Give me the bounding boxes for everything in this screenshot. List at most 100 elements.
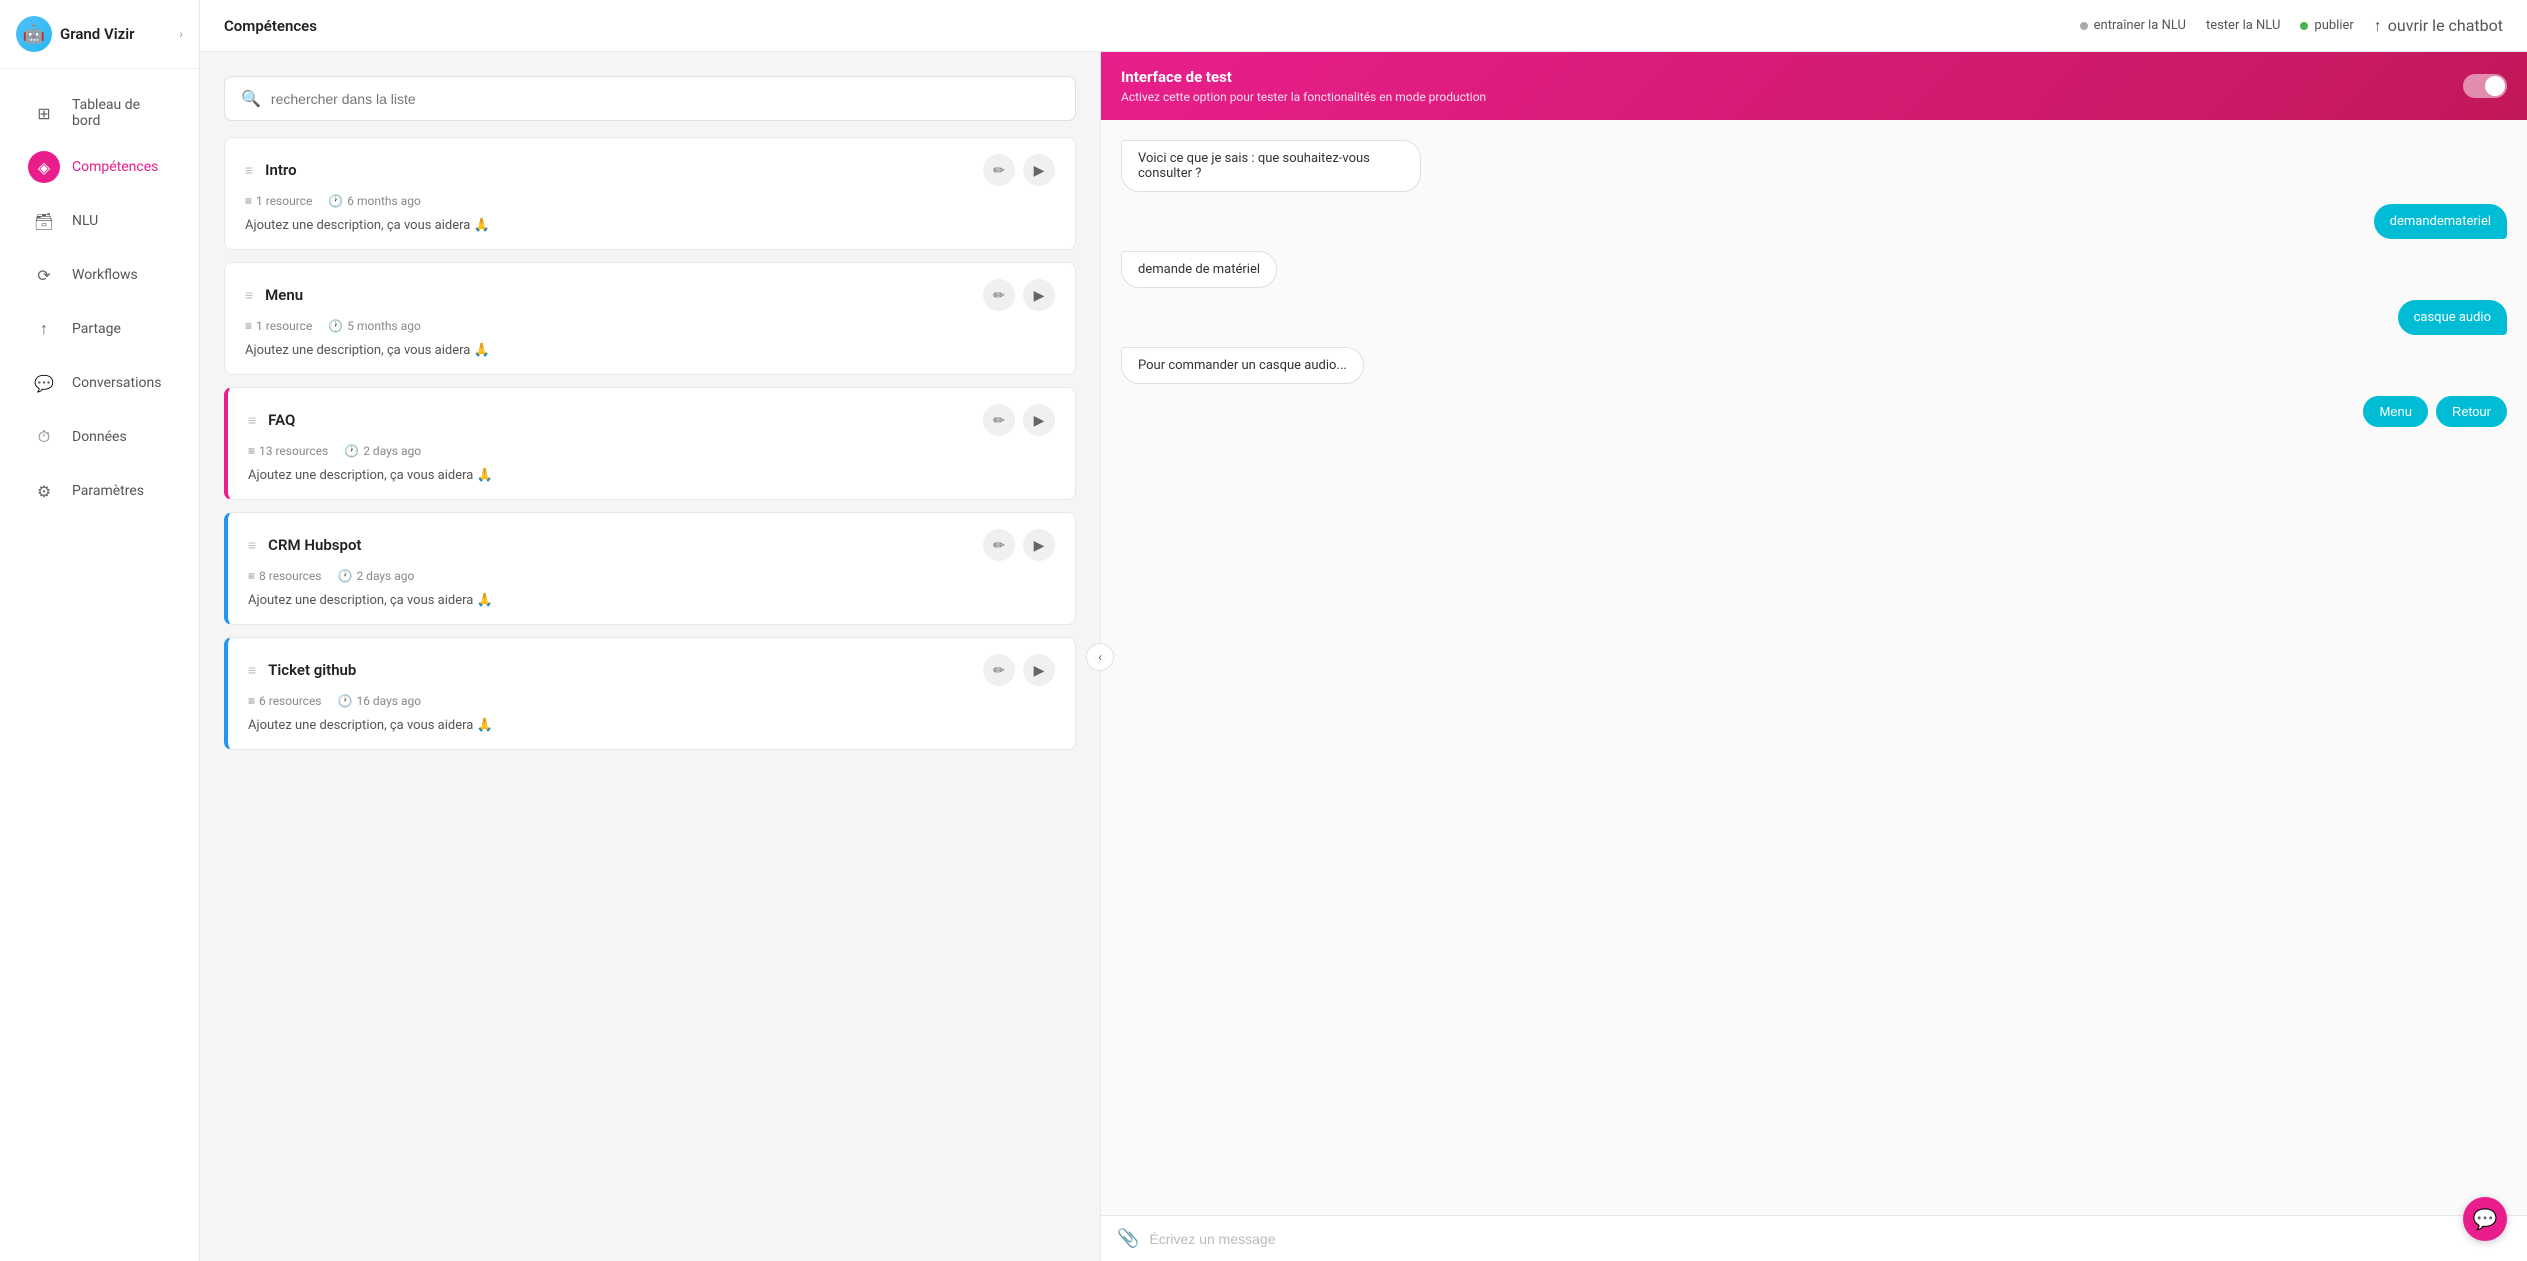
skill-header-ticket: ≡ Ticket github ✏ ▶: [248, 654, 1055, 686]
skill-resources-crm: ≡ 8 resources: [248, 569, 322, 583]
sidebar-label-nlu: NLU: [72, 213, 98, 229]
sidebar-label-partage: Partage: [72, 321, 121, 337]
skill-left-ticket: ≡ Ticket github: [248, 661, 356, 679]
chat-input-area: 📎: [1101, 1215, 2527, 1261]
app-logo: 🤖: [16, 16, 52, 52]
chat-message-5: Pour commander un casque audio...: [1121, 347, 1364, 384]
chat-banner-title: Interface de test: [1121, 68, 1486, 86]
publish-action[interactable]: publier: [2300, 18, 2353, 33]
upload-icon: ↑: [2374, 16, 2382, 36]
skill-time-faq: 🕐 2 days ago: [344, 444, 421, 458]
skill-meta-faq: ≡ 13 resources 🕐 2 days ago: [248, 444, 1055, 458]
open-chatbot-action[interactable]: ↑ ouvrir le chatbot: [2374, 16, 2503, 36]
skill-meta-intro: ≡ 1 resource 🕐 6 months ago: [245, 194, 1055, 208]
test-nlu-action[interactable]: tester la NLU: [2206, 18, 2280, 33]
skill-card-crm: ≡ CRM Hubspot ✏ ▶ ≡ 8 resources 🕐: [224, 512, 1076, 625]
competences-icon: ◈: [28, 151, 60, 183]
clock-icon-menu: 🕐: [328, 319, 343, 333]
skill-actions-ticket: ✏ ▶: [983, 654, 1055, 686]
clock-icon-ticket: 🕐: [338, 694, 353, 708]
skill-actions-intro: ✏ ▶: [983, 154, 1055, 186]
skill-card-intro: ≡ Intro ✏ ▶ ≡ 1 resource 🕐 6 mo: [224, 137, 1076, 250]
chat-input[interactable]: [1149, 1231, 2511, 1247]
clock-icon-intro: 🕐: [328, 194, 343, 208]
play-button-ticket[interactable]: ▶: [1023, 654, 1055, 686]
skill-meta-ticket: ≡ 6 resources 🕐 16 days ago: [248, 694, 1055, 708]
chat-message-3: demande de matériel: [1121, 251, 1277, 288]
skill-header-crm: ≡ CRM Hubspot ✏ ▶: [248, 529, 1055, 561]
skill-left-crm: ≡ CRM Hubspot: [248, 536, 361, 554]
workflows-icon: ⟳: [28, 259, 60, 291]
skill-actions-menu: ✏ ▶: [983, 279, 1055, 311]
collapse-panel-button[interactable]: ‹: [1086, 643, 1114, 671]
sidebar-nav: ⊞ Tableau de bord ◈ Compétences 🗃 NLU ⟳ …: [0, 69, 199, 1261]
app-chevron: ›: [179, 27, 183, 41]
user-bubble-1: demandemateriel: [2374, 204, 2507, 239]
skill-card-faq: ≡ FAQ ✏ ▶ ≡ 13 resources 🕐 2 da: [224, 387, 1076, 500]
play-button-faq[interactable]: ▶: [1023, 404, 1055, 436]
chat-banner-desc: Activez cette option pour tester la fonc…: [1121, 90, 1486, 104]
sidebar-label-workflows: Workflows: [72, 267, 138, 283]
edit-button-menu[interactable]: ✏: [983, 279, 1015, 311]
publish-label: publier: [2314, 18, 2353, 33]
skill-card-ticket: ≡ Ticket github ✏ ▶ ≡ 6 resources 🕐: [224, 637, 1076, 750]
sidebar-item-partage[interactable]: ↑ Partage: [8, 303, 191, 355]
app-header[interactable]: 🤖 Grand Vizir ›: [0, 0, 199, 69]
bot-bubble-3: Pour commander un casque audio...: [1121, 347, 1364, 384]
resources-icon-crm: ≡: [248, 569, 255, 583]
edit-button-faq[interactable]: ✏: [983, 404, 1015, 436]
skill-header-menu: ≡ Menu ✏ ▶: [245, 279, 1055, 311]
skill-name-ticket: Ticket github: [268, 661, 356, 679]
sidebar-item-competences[interactable]: ◈ Compétences: [8, 141, 191, 193]
edit-button-intro[interactable]: ✏: [983, 154, 1015, 186]
sidebar-item-tableau-de-bord[interactable]: ⊞ Tableau de bord: [8, 87, 191, 139]
chat-banner: Interface de test Activez cette option p…: [1101, 52, 2527, 120]
resources-icon-ticket: ≡: [248, 694, 255, 708]
edit-button-ticket[interactable]: ✏: [983, 654, 1015, 686]
skill-resources-faq: ≡ 13 resources: [248, 444, 328, 458]
dashboard-icon: ⊞: [28, 97, 60, 129]
resources-icon-intro: ≡: [245, 194, 252, 208]
parametres-icon: ⚙: [28, 475, 60, 507]
drag-handle-crm[interactable]: ≡: [248, 537, 256, 554]
bot-bubble-1: Voici ce que je sais : que souhaitez-vou…: [1121, 140, 1421, 192]
train-nlu-label: entraîner la NLU: [2094, 18, 2186, 33]
play-button-intro[interactable]: ▶: [1023, 154, 1055, 186]
drag-handle-menu[interactable]: ≡: [245, 287, 253, 304]
test-mode-toggle[interactable]: [2463, 74, 2507, 98]
sidebar-item-workflows[interactable]: ⟳ Workflows: [8, 249, 191, 301]
sidebar-item-conversations[interactable]: 💬 Conversations: [8, 357, 191, 409]
search-bar[interactable]: 🔍: [224, 76, 1076, 121]
skill-left-intro: ≡ Intro: [245, 161, 297, 179]
chat-fab-button[interactable]: 💬: [2463, 1197, 2507, 1241]
skill-desc-faq: Ajoutez une description, ça vous aidera …: [248, 468, 1055, 483]
train-nlu-action[interactable]: entraîner la NLU: [2080, 18, 2186, 33]
skill-desc-ticket: Ajoutez une description, ça vous aidera …: [248, 718, 1055, 733]
play-button-crm[interactable]: ▶: [1023, 529, 1055, 561]
skill-resources-ticket: ≡ 6 resources: [248, 694, 322, 708]
chat-message-2: demandemateriel: [2374, 204, 2507, 239]
topbar: Compétences entraîner la NLU tester la N…: [200, 0, 2527, 52]
edit-button-crm[interactable]: ✏: [983, 529, 1015, 561]
drag-handle-faq[interactable]: ≡: [248, 412, 256, 429]
skill-desc-menu: Ajoutez une description, ça vous aidera …: [245, 343, 1055, 358]
train-nlu-dot: [2080, 22, 2088, 30]
sidebar-label-conversations: Conversations: [72, 375, 161, 391]
skill-name-faq: FAQ: [268, 411, 295, 429]
search-input[interactable]: [271, 91, 1059, 107]
conversations-icon: 💬: [28, 367, 60, 399]
quick-reply-retour[interactable]: Retour: [2436, 396, 2507, 427]
drag-handle-intro[interactable]: ≡: [245, 162, 253, 179]
attach-icon[interactable]: 📎: [1117, 1228, 1139, 1249]
sidebar-item-nlu[interactable]: 🗃 NLU: [8, 195, 191, 247]
skill-name-crm: CRM Hubspot: [268, 536, 361, 554]
sidebar-item-donnees[interactable]: ⏱ Données: [8, 411, 191, 463]
quick-reply-menu[interactable]: Menu: [2363, 396, 2428, 427]
drag-handle-ticket[interactable]: ≡: [248, 662, 256, 679]
sidebar-label-parametres: Paramètres: [72, 483, 144, 499]
sidebar-label-donnees: Données: [72, 429, 127, 445]
sidebar-item-parametres[interactable]: ⚙ Paramètres: [8, 465, 191, 517]
skill-actions-crm: ✏ ▶: [983, 529, 1055, 561]
skill-actions-faq: ✏ ▶: [983, 404, 1055, 436]
play-button-menu[interactable]: ▶: [1023, 279, 1055, 311]
